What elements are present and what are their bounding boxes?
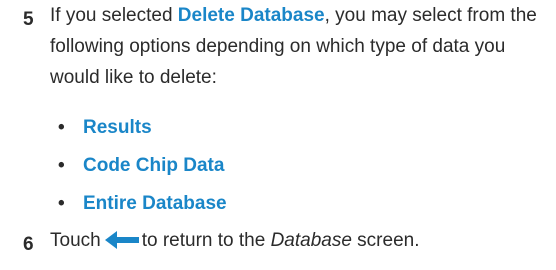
list-item: • Entire Database: [50, 185, 530, 223]
list-item: • Results: [50, 109, 530, 147]
screen-name: Database: [270, 230, 352, 251]
option-code-chip-data: Code Chip Data: [83, 155, 225, 176]
option-results: Results: [83, 117, 152, 138]
step-keyword: Delete Database: [177, 5, 325, 26]
list-item: • Code Chip Data: [50, 147, 530, 185]
instruction-document: 5 If you selected Delete Database, you m…: [0, 0, 556, 270]
bullet-icon: •: [58, 193, 65, 214]
step-number: 6: [23, 234, 34, 255]
step-text-after: screen.: [351, 230, 420, 251]
step-text: If you selected Delete Database, you may…: [50, 0, 550, 93]
step-text: Touch to return to the Database screen.: [50, 225, 550, 256]
step-number: 5: [23, 9, 34, 30]
bullet-icon: •: [58, 155, 65, 176]
option-entire-database: Entire Database: [83, 193, 227, 214]
step-text-before: If you selected: [50, 5, 178, 26]
back-arrow-icon: [104, 228, 139, 249]
step-text-middle: to return to the: [141, 230, 271, 251]
bullet-icon: •: [58, 117, 65, 138]
step-text-before: Touch: [50, 230, 101, 251]
delete-options-list: • Results • Code Chip Data • Entire Data…: [50, 109, 530, 223]
